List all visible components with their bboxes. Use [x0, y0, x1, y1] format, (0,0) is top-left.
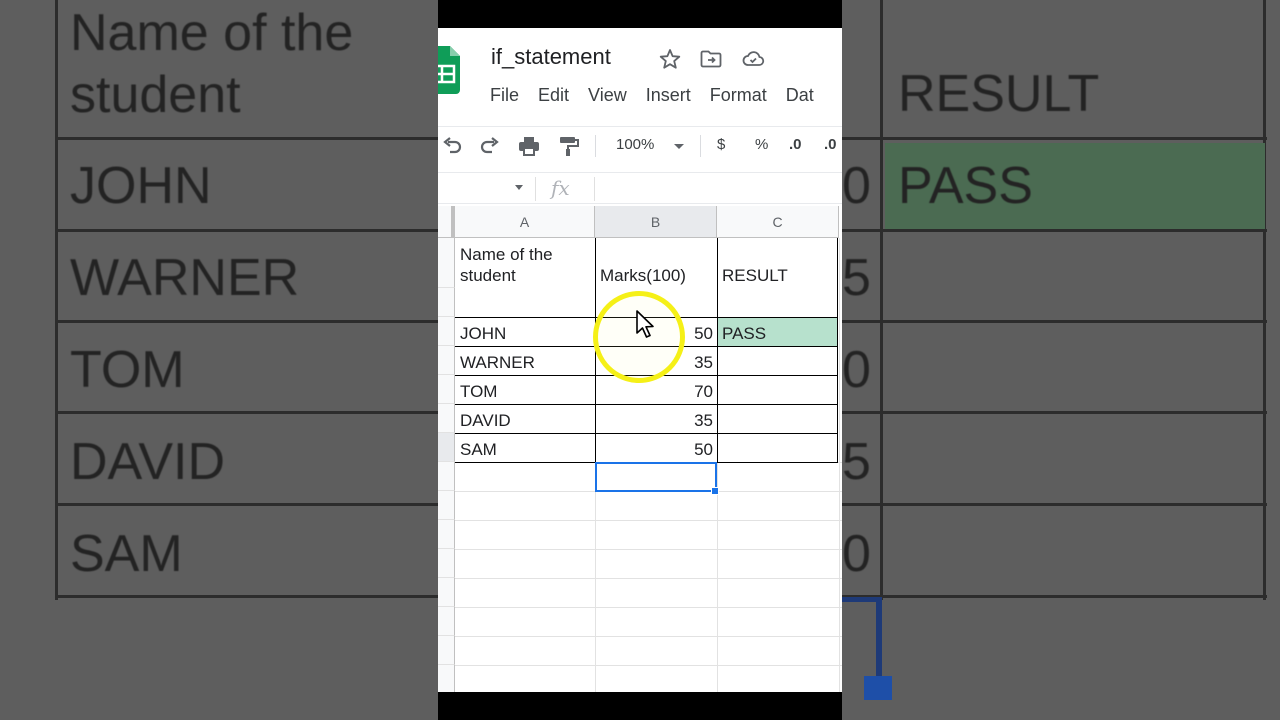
print-icon[interactable] [517, 135, 541, 157]
bg-name-4: SAM [70, 525, 183, 583]
name-cell[interactable]: JOHN [460, 324, 506, 344]
column-header-b[interactable]: B [595, 206, 717, 238]
menu-format[interactable]: Format [710, 85, 767, 106]
cloud-status-icon[interactable] [741, 47, 765, 71]
menu-insert[interactable]: Insert [646, 85, 691, 106]
header-name-cell[interactable]: Name of the student [460, 244, 553, 286]
bg-selection-edge [876, 597, 882, 687]
menu-file[interactable]: File [490, 85, 519, 106]
bg-mark-0: 0 [842, 157, 871, 215]
row-header[interactable] [438, 404, 455, 433]
bg-grid-line [55, 0, 58, 600]
menu-view[interactable]: View [588, 85, 627, 106]
spreadsheet-grid[interactable]: A B C Name of the student Marks(100) RES… [438, 206, 842, 692]
formula-bar: fx [438, 172, 842, 204]
row-header[interactable] [438, 288, 455, 317]
name-cell[interactable]: SAM [460, 440, 497, 460]
sheets-logo-icon[interactable] [438, 46, 460, 94]
gridline [839, 238, 840, 692]
header-result-cell[interactable]: RESULT [722, 266, 788, 286]
sheets-app: if_statement File Edit View Insert Forma… [438, 28, 842, 692]
bg-name-0: JOHN [70, 157, 212, 215]
menu-data[interactable]: Dat [786, 85, 814, 106]
redo-icon[interactable] [478, 135, 502, 157]
gridline [455, 549, 842, 550]
bg-name-3: DAVID [70, 433, 226, 491]
star-icon[interactable] [658, 47, 682, 71]
paint-format-icon[interactable] [557, 135, 581, 157]
mouse-cursor-icon [636, 310, 654, 338]
name-cell[interactable]: DAVID [460, 411, 511, 431]
table-border [717, 238, 718, 463]
gridline [455, 607, 842, 608]
undo-icon[interactable] [440, 135, 464, 157]
formula-divider [535, 177, 536, 201]
name-cell[interactable]: TOM [460, 382, 497, 402]
bg-header-name: Name of the student [70, 4, 354, 125]
zoom-dropdown-icon[interactable] [672, 135, 686, 157]
result-cell[interactable]: PASS [722, 324, 766, 344]
decrease-decimal-button[interactable]: .0 [789, 136, 802, 153]
zoom-select[interactable]: 100% [616, 136, 654, 153]
table-border [455, 433, 838, 434]
row-header[interactable] [438, 578, 455, 607]
active-cell-selection[interactable] [595, 462, 717, 492]
row-header[interactable] [438, 375, 455, 404]
marks-cell[interactable]: 50 [598, 440, 713, 460]
fx-icon: fx [551, 176, 570, 200]
marks-cell[interactable]: 70 [598, 382, 713, 402]
gridline [455, 578, 842, 579]
bg-mark-2: 0 [842, 341, 871, 399]
row-header[interactable] [438, 238, 455, 288]
row-header[interactable] [438, 520, 455, 549]
table-border [837, 238, 838, 463]
bg-mark-1: 5 [842, 249, 871, 307]
format-percent-button[interactable]: % [755, 136, 768, 153]
bg-name-2: TOM [70, 341, 185, 399]
bg-mark-4: 0 [842, 525, 871, 583]
bg-selection-handle [864, 676, 892, 700]
toolbar-divider [595, 135, 596, 157]
bg-mark-3: 5 [842, 433, 871, 491]
gridline [455, 636, 842, 637]
format-currency-button[interactable]: $ [717, 136, 725, 153]
phone-screen: if_statement File Edit View Insert Forma… [438, 0, 842, 720]
row-header[interactable] [438, 607, 455, 636]
row-header[interactable] [438, 346, 455, 375]
row-header[interactable] [438, 636, 455, 665]
bottom-letterbox [438, 692, 842, 720]
marks-cell[interactable]: 35 [598, 411, 713, 431]
menu-edit[interactable]: Edit [538, 85, 569, 106]
row-header[interactable] [438, 433, 455, 462]
formula-divider [594, 177, 595, 201]
gridline [455, 665, 842, 666]
select-all-corner[interactable] [438, 206, 455, 238]
name-cell[interactable]: WARNER [460, 353, 535, 373]
column-header-c[interactable]: C [717, 206, 839, 238]
column-header-a[interactable]: A [455, 206, 595, 238]
row-header[interactable] [438, 462, 455, 491]
title-bar: if_statement File Edit View Insert Forma… [438, 28, 842, 126]
fill-handle[interactable] [711, 487, 719, 495]
menu-bar: File Edit View Insert Format Dat [490, 85, 833, 106]
top-letterbox [438, 0, 842, 28]
name-box-dropdown-icon[interactable] [515, 185, 523, 190]
toolbar: 100% $ % .0 .0 [438, 126, 842, 164]
row-header[interactable] [438, 665, 455, 692]
toolbar-divider [700, 135, 701, 157]
bg-grid-line [1263, 0, 1266, 600]
row-header[interactable] [438, 491, 455, 520]
bg-name-1: WARNER [70, 249, 300, 307]
row-header[interactable] [438, 549, 455, 578]
row-header[interactable] [438, 317, 455, 346]
bg-grid-line [880, 0, 883, 600]
header-marks-cell[interactable]: Marks(100) [600, 266, 686, 286]
table-border [455, 404, 838, 405]
increase-decimal-button[interactable]: .0 [824, 136, 837, 153]
gridline [455, 520, 842, 521]
bg-result-0: PASS [898, 157, 1033, 215]
move-to-folder-icon[interactable] [699, 47, 723, 71]
document-title[interactable]: if_statement [491, 44, 611, 70]
bg-header-result: RESULT [898, 65, 1100, 123]
